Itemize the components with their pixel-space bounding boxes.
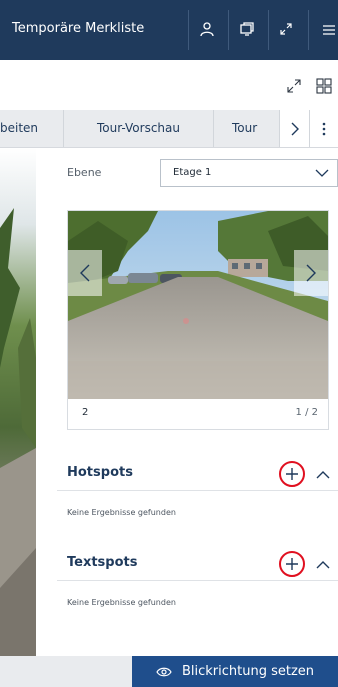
image-index: 2 xyxy=(82,407,89,418)
tab-label: beiten xyxy=(0,121,39,135)
menu-icon[interactable] xyxy=(318,18,338,40)
panorama-view[interactable] xyxy=(0,148,36,656)
add-textspot-button[interactable] xyxy=(279,551,305,577)
divider xyxy=(57,580,338,581)
footer-left-area xyxy=(0,656,132,687)
tab-label: Tour-Vorschau xyxy=(97,121,180,135)
divider xyxy=(228,10,229,50)
divider xyxy=(188,10,189,50)
divider xyxy=(308,10,309,50)
ebene-select[interactable]: Etage 1 xyxy=(160,159,338,187)
eye-icon xyxy=(156,667,172,676)
ebene-selected-value: Etage 1 xyxy=(173,167,212,178)
plus-icon xyxy=(286,468,298,480)
add-hotspot-button[interactable] xyxy=(279,461,305,487)
grid-icon[interactable] xyxy=(314,76,334,96)
set-view-direction-label: Blickrichtung setzen xyxy=(181,664,315,679)
chevron-right-icon xyxy=(306,264,316,282)
panorama-thumbnail[interactable] xyxy=(68,211,328,399)
plus-icon xyxy=(286,558,298,570)
divider xyxy=(268,10,269,50)
tab-bearbeiten[interactable]: beiten xyxy=(0,110,64,147)
chevron-right-icon xyxy=(291,122,299,135)
hotspots-empty-text: Keine Ergebnisse gefunden xyxy=(67,508,176,517)
tabs-more-button[interactable] xyxy=(310,110,338,147)
tab-label: Tour xyxy=(232,121,258,135)
expand-icon[interactable] xyxy=(284,76,304,96)
set-view-direction-button[interactable]: Blickrichtung setzen xyxy=(132,656,338,687)
ebene-label: Ebene xyxy=(67,166,102,179)
chevron-up-icon[interactable] xyxy=(316,558,330,572)
textspots-empty-text: Keine Ergebnisse gefunden xyxy=(67,598,176,607)
textspots-title: Textspots xyxy=(67,555,138,570)
expand-icon[interactable] xyxy=(275,18,297,40)
view-toolbar xyxy=(0,60,338,110)
top-bar: Temporäre Merkliste xyxy=(0,0,338,60)
hotspots-title: Hotspots xyxy=(67,465,133,480)
chevron-up-icon[interactable] xyxy=(316,468,330,482)
user-icon[interactable] xyxy=(196,18,218,40)
tab-tour-vorschau[interactable]: Tour-Vorschau xyxy=(64,110,214,147)
panorama-image-card: 2 1 / 2 xyxy=(67,210,329,430)
chevron-down-icon xyxy=(315,169,329,177)
chevron-left-icon xyxy=(80,264,90,282)
divider xyxy=(57,490,338,491)
tab-bar: beiten Tour-Vorschau Tour xyxy=(0,110,338,148)
tabs-next-button[interactable] xyxy=(280,110,310,147)
next-image-button[interactable] xyxy=(294,250,328,296)
merkliste-title[interactable]: Temporäre Merkliste xyxy=(12,21,144,36)
image-count: 1 / 2 xyxy=(295,407,318,418)
tab-tour[interactable]: Tour xyxy=(214,110,280,147)
window-icon[interactable] xyxy=(236,18,258,40)
more-vertical-icon xyxy=(322,122,326,135)
previous-image-button[interactable] xyxy=(68,250,102,296)
